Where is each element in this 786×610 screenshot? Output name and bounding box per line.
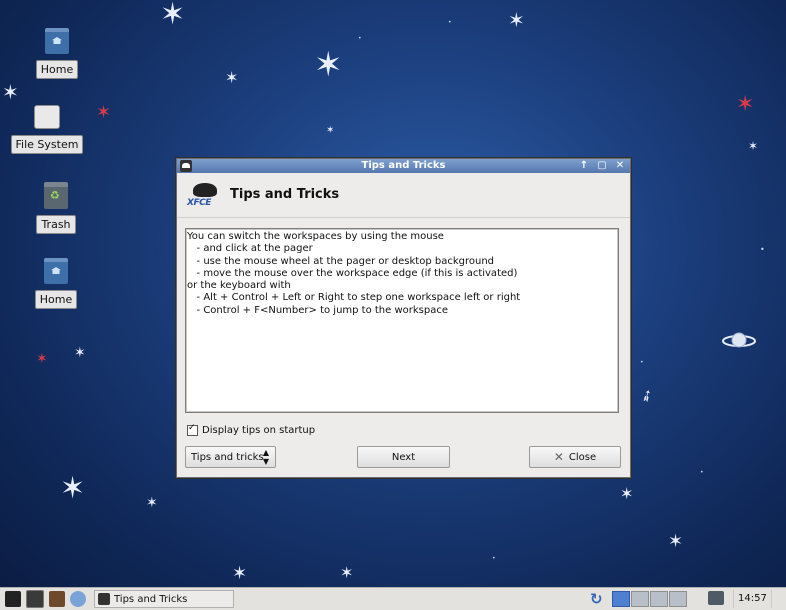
drive-icon	[34, 105, 60, 129]
home-folder-icon	[44, 258, 68, 284]
desktop-icon-home[interactable]: Home	[17, 28, 97, 79]
header-title: Tips and Tricks	[230, 187, 340, 202]
close-button[interactable]: ✕ Close	[529, 446, 621, 468]
next-button[interactable]: Next	[357, 446, 450, 468]
clock[interactable]: 14:57	[733, 590, 772, 608]
taskbar: Tips and Tricks ↻ 14:57	[0, 587, 786, 610]
desktop-icon-label: Trash	[36, 215, 76, 234]
desktop-icon-label: File System	[10, 135, 84, 154]
display-tips-checkbox[interactable]	[187, 423, 198, 436]
xfce-mouse-logo-icon: XFCE	[187, 181, 221, 211]
trash-icon	[44, 182, 68, 209]
maximize-window-button[interactable]: ▢	[596, 159, 608, 173]
dialog-header: XFCE Tips and Tricks	[177, 173, 630, 218]
workspace-4[interactable]	[669, 591, 687, 607]
close-label: Close	[568, 451, 597, 463]
file-manager-icon[interactable]	[49, 591, 65, 607]
taskbar-task-tips[interactable]: Tips and Tricks	[94, 590, 234, 608]
desktop-icon-label: Home	[35, 60, 79, 79]
refresh-icon[interactable]: ↻	[590, 590, 603, 608]
tips-app-icon	[98, 593, 110, 605]
tray-icon[interactable]	[708, 591, 724, 605]
display-tips-checkbox-row[interactable]: Display tips on startup	[187, 423, 316, 436]
web-browser-icon[interactable]	[70, 591, 86, 607]
updown-arrows-icon: ▲ ▼	[262, 448, 269, 466]
terminal-icon[interactable]	[26, 590, 44, 608]
workspace-pager[interactable]	[612, 591, 687, 607]
next-label: Next	[391, 451, 416, 463]
rocket-decoration: ➶	[636, 383, 658, 408]
tip-text-area[interactable]: You can switch the workspaces by using t…	[185, 228, 619, 413]
workspace-1[interactable]	[612, 591, 630, 607]
shade-window-button[interactable]: ↑	[578, 159, 590, 173]
tips-category-value: Tips and tricks	[191, 451, 264, 463]
planet-decoration	[722, 332, 756, 350]
close-icon: ✕	[553, 450, 564, 464]
workspace-2[interactable]	[631, 591, 649, 607]
desktop-icon-label: Home	[34, 290, 78, 309]
close-window-button[interactable]: ✕	[614, 159, 626, 173]
logo-text: XFCE	[187, 198, 211, 208]
home-folder-icon	[45, 28, 69, 54]
tips-dialog: Tips and Tricks ↑ ▢ ✕ XFCE Tips and Tric…	[176, 158, 631, 478]
app-mouse-icon[interactable]	[180, 160, 192, 172]
xfce-menu-icon[interactable]	[5, 591, 21, 607]
window-title: Tips and Tricks	[361, 160, 446, 171]
desktop-icon-trash[interactable]: Trash	[16, 182, 96, 234]
task-label: Tips and Tricks	[114, 593, 188, 605]
window-titlebar[interactable]: Tips and Tricks ↑ ▢ ✕	[177, 159, 630, 173]
tips-category-select[interactable]: Tips and tricks ▲ ▼	[185, 446, 276, 468]
desktop-icon-home-2[interactable]: Home	[16, 258, 96, 309]
display-tips-label: Display tips on startup	[202, 425, 316, 436]
workspace-3[interactable]	[650, 591, 668, 607]
desktop-icon-file-system[interactable]: File System	[7, 105, 87, 154]
